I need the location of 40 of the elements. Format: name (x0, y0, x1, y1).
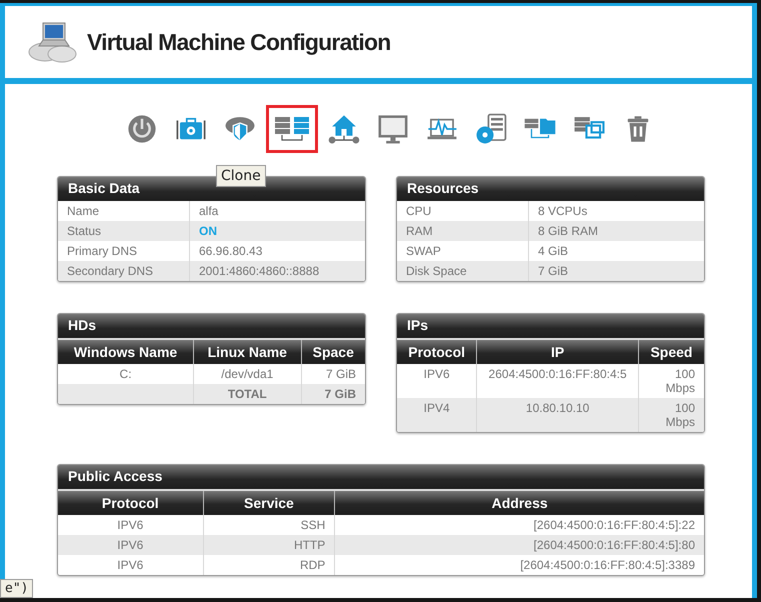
table-cell: C: (58, 364, 194, 384)
column-header: Protocol (397, 339, 477, 364)
field-value: 8 GiB RAM (528, 221, 704, 241)
panel-title: Public Access (58, 465, 704, 489)
table-cell: IPV6 (58, 555, 204, 575)
table-cell: HTTP (203, 535, 335, 555)
table-cell: [2604:4500:0:16:FF:80:4:5]:3389 (334, 555, 704, 575)
table-cell: [2604:4500:0:16:FF:80:4:5]:80 (334, 535, 704, 555)
table-cell: IPV6 (397, 364, 477, 398)
column-header: Windows Name (58, 339, 194, 364)
table-cell: 100 Mbps (638, 398, 704, 432)
field-label: SWAP (397, 241, 528, 261)
column-header: Address (334, 490, 704, 515)
field-label: CPU (397, 201, 528, 221)
panel-title: Resources (397, 177, 704, 201)
window-title: Virtual Machine Configuration (87, 28, 391, 56)
field-label: Name (58, 201, 190, 221)
column-header: Service (203, 490, 335, 515)
column-header: IP (476, 339, 638, 364)
field-label: Primary DNS (58, 241, 190, 261)
status-hint: e") (0, 579, 34, 598)
table-cell: IPV6 (58, 535, 204, 555)
table-cell: TOTAL (194, 384, 302, 404)
field-value: 7 GiB (528, 261, 704, 281)
table-cell: IPV6 (58, 515, 204, 535)
field-value: 2001:4860:4860::8888 (190, 261, 365, 281)
table-cell: IPV4 (397, 398, 477, 432)
cloud-computer-icon (27, 20, 79, 64)
field-value: ON (190, 221, 365, 241)
table-cell: RDP (203, 555, 335, 575)
column-header: Protocol (58, 490, 204, 515)
field-label: Disk Space (397, 261, 528, 281)
column-header: Space (301, 339, 365, 364)
toolbar-button[interactable] (266, 105, 318, 153)
panel-title: HDs (58, 314, 365, 338)
table-cell: 7 GiB (301, 384, 365, 404)
column-header: Speed (638, 339, 704, 364)
table-cell: 10.80.10.10 (476, 398, 638, 432)
column-header: Linux Name (194, 339, 302, 364)
panel-title: IPs (397, 314, 704, 338)
